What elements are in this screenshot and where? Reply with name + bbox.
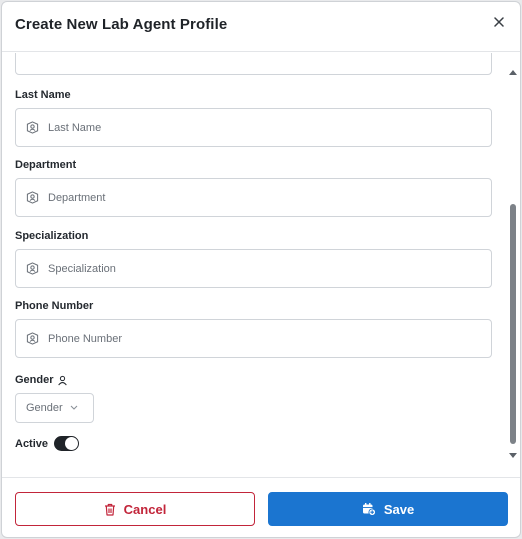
modal-footer: Cancel Save <box>2 477 520 537</box>
save-button[interactable]: Save <box>268 492 508 526</box>
close-button[interactable] <box>490 13 508 31</box>
close-icon <box>494 17 504 27</box>
specialization-label: Specialization <box>15 230 89 242</box>
scrollbar[interactable] <box>508 68 518 460</box>
id-badge-icon <box>25 262 39 276</box>
first-name-field-partial[interactable] <box>15 53 492 75</box>
active-row: Active <box>15 436 80 451</box>
last-name-field[interactable] <box>15 108 492 147</box>
id-badge-icon <box>25 191 39 205</box>
last-name-label: Last Name <box>15 89 71 101</box>
scrollbar-thumb[interactable] <box>510 204 516 444</box>
scroll-down-arrow-icon[interactable] <box>509 453 517 458</box>
modal-title: Create New Lab Agent Profile <box>15 16 228 33</box>
chevron-down-icon <box>70 405 78 410</box>
specialization-field[interactable] <box>15 249 492 288</box>
modal-body: Last Name Department Specialization Phon… <box>2 53 520 477</box>
active-label: Active <box>15 437 49 450</box>
save-label: Save <box>383 501 415 517</box>
specialization-input[interactable] <box>48 250 468 287</box>
toggle-knob <box>65 437 79 450</box>
phone-number-input[interactable] <box>48 320 468 357</box>
trash-icon <box>104 503 115 516</box>
id-badge-icon <box>25 121 39 135</box>
modal-header: Create New Lab Agent Profile <box>2 2 520 52</box>
gender-label: Gender <box>15 374 68 386</box>
cancel-button[interactable]: Cancel <box>15 492 255 526</box>
gender-select[interactable]: Gender <box>15 393 94 423</box>
create-agent-modal: Create New Lab Agent Profile Last Name D… <box>1 1 521 538</box>
phone-number-label: Phone Number <box>15 300 94 312</box>
id-badge-icon <box>25 332 39 346</box>
active-toggle[interactable] <box>54 436 80 451</box>
department-label: Department <box>15 159 77 171</box>
user-icon <box>57 375 67 385</box>
department-field[interactable] <box>15 178 492 217</box>
last-name-input[interactable] <box>48 109 468 146</box>
phone-number-field[interactable] <box>15 319 492 358</box>
scroll-up-arrow-icon[interactable] <box>509 70 517 75</box>
department-input[interactable] <box>48 179 468 216</box>
gender-label-text: Gender <box>15 374 54 386</box>
gender-select-value: Gender <box>26 402 63 414</box>
calendar-add-icon <box>362 503 376 516</box>
cancel-label: Cancel <box>123 501 167 517</box>
